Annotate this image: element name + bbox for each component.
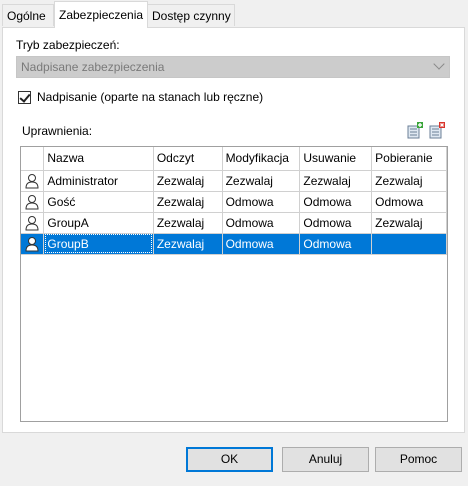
security-mode-label: Tryb zabezpieczeń: (16, 38, 120, 52)
column-header-delete[interactable]: Usuwanie (299, 147, 373, 171)
row-read[interactable]: Zezwalaj (153, 212, 223, 234)
row-name: GroupA (43, 212, 154, 234)
override-checkbox[interactable] (18, 91, 31, 104)
permissions-table: Nazwa Odczyt Modyfikacja Usuwanie Pobier… (21, 147, 447, 255)
column-header-download[interactable]: Pobieranie (371, 147, 447, 171)
row-name: Gość (43, 191, 154, 213)
row-name: Administrator (43, 170, 154, 192)
permissions-list[interactable]: Nazwa Odczyt Modyfikacja Usuwanie Pobier… (20, 146, 448, 422)
table-header-row: Nazwa Odczyt Modyfikacja Usuwanie Pobier… (21, 147, 447, 171)
row-delete[interactable]: Odmowa (299, 233, 373, 255)
column-header-icon (21, 147, 45, 171)
column-header-modify[interactable]: Modyfikacja (222, 147, 301, 171)
row-read[interactable]: Zezwalaj (153, 233, 223, 255)
row-delete[interactable]: Zezwalaj (299, 170, 373, 192)
security-mode-value: Nadpisane zabezpieczenia (21, 60, 165, 74)
row-download[interactable]: Zezwalaj (371, 212, 447, 234)
table-row[interactable]: GroupA Zezwalaj Odmowa Odmowa Zezwalaj (21, 212, 447, 234)
table-row[interactable]: Gość Zezwalaj Odmowa Odmowa Odmowa (21, 191, 447, 213)
user-icon (21, 170, 45, 192)
help-button[interactable]: Pomoc (375, 447, 462, 472)
row-modify[interactable]: Odmowa (222, 212, 301, 234)
table-row[interactable]: Administrator Zezwalaj Zezwalaj Zezwalaj… (21, 170, 447, 192)
table-row-selected[interactable]: GroupB Zezwalaj Odmowa Odmowa (21, 233, 447, 255)
tab-bar: Ogólne Zabezpieczenia Dostęp czynny (0, 0, 468, 28)
row-download[interactable]: Odmowa (371, 191, 447, 213)
row-modify[interactable]: Odmowa (222, 191, 301, 213)
row-name: GroupB (43, 233, 154, 255)
column-header-read[interactable]: Odczyt (153, 147, 223, 171)
user-icon (21, 191, 45, 213)
row-modify[interactable]: Zezwalaj (222, 170, 301, 192)
permissions-label: Uprawnienia: (22, 124, 93, 138)
tab-security[interactable]: Zabezpieczenia (54, 1, 148, 28)
cancel-button[interactable]: Anuluj (282, 447, 369, 472)
add-permission-icon[interactable] (406, 122, 424, 140)
tab-general[interactable]: Ogólne (2, 4, 54, 26)
row-download[interactable] (371, 233, 447, 255)
column-header-name[interactable]: Nazwa (43, 147, 154, 171)
security-mode-select[interactable]: Nadpisane zabezpieczenia (16, 56, 450, 78)
row-read[interactable]: Zezwalaj (153, 191, 223, 213)
user-icon (21, 212, 45, 234)
row-download[interactable]: Zezwalaj (371, 170, 447, 192)
chevron-down-icon (433, 58, 445, 70)
row-modify[interactable]: Odmowa (222, 233, 301, 255)
row-read[interactable]: Zezwalaj (153, 170, 223, 192)
tab-active-access[interactable]: Dostęp czynny (147, 4, 235, 26)
row-delete[interactable]: Odmowa (299, 212, 373, 234)
ok-button[interactable]: OK (186, 447, 273, 472)
row-delete[interactable]: Odmowa (299, 191, 373, 213)
user-icon (21, 233, 45, 255)
remove-permission-icon[interactable] (428, 122, 446, 140)
override-label: Nadpisanie (oparte na stanach lub ręczne… (37, 90, 264, 104)
